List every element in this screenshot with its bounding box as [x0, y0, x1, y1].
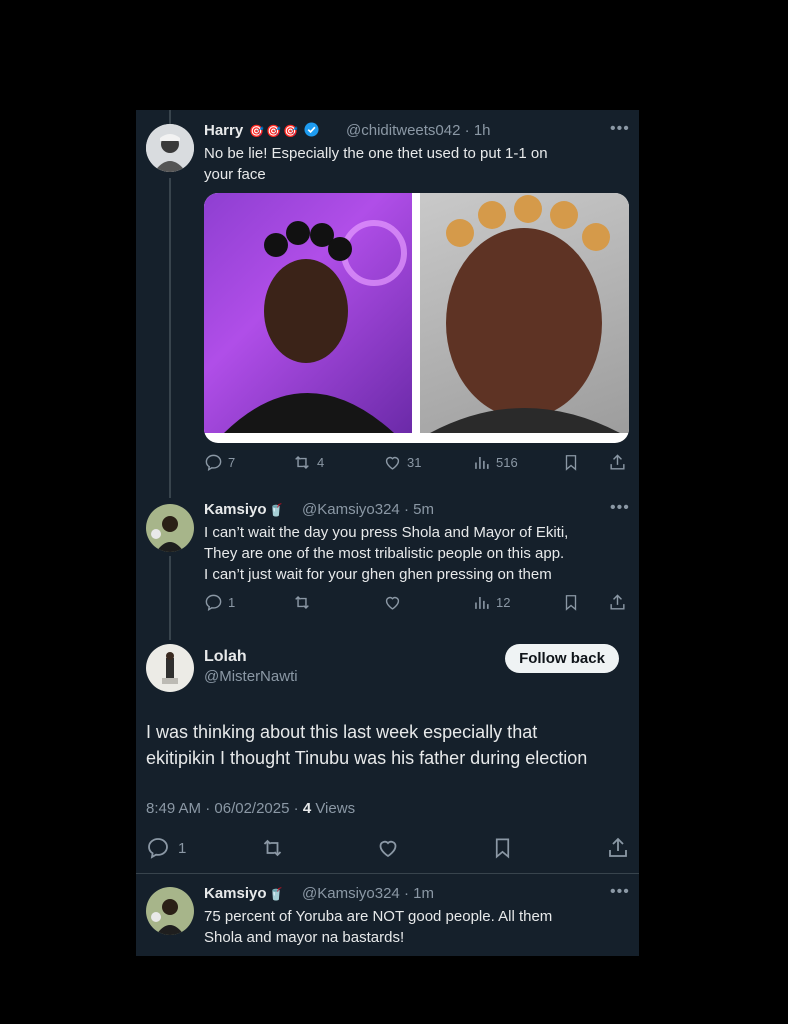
views-button[interactable]: 12 — [472, 593, 510, 612]
tweet-text: 75 percent of Yoruba are NOT good people… — [204, 908, 553, 946]
share-button[interactable] — [608, 453, 627, 472]
cup-emoji-icon: 🥤 — [268, 887, 284, 901]
target-emoji-icon: 🎯 — [266, 124, 282, 138]
avatar[interactable] — [146, 504, 194, 552]
tweet-date[interactable]: 06/02/2025 — [214, 800, 289, 817]
reply-icon — [205, 594, 222, 611]
author-handle-time[interactable]: @Kamsiyo324 · 5m — [302, 501, 434, 518]
more-options-icon[interactable]: ••• — [610, 120, 630, 138]
share-button[interactable] — [608, 593, 627, 612]
author-name[interactable]: Lolah — [204, 648, 247, 666]
author-handle-time[interactable]: @chiditweets042 · 1h — [346, 122, 491, 139]
repost-icon — [295, 455, 309, 470]
tweet-time[interactable]: 8:49 AM — [146, 800, 201, 817]
reply-button[interactable]: 1 — [204, 593, 235, 612]
repost-button[interactable]: 4 — [292, 453, 324, 472]
target-emoji-icon: 🎯 — [249, 124, 265, 138]
repost-button[interactable] — [292, 593, 312, 612]
tweet-photo[interactable] — [204, 193, 412, 433]
thread-line — [169, 178, 171, 498]
share-icon — [610, 454, 625, 470]
views-icon — [475, 596, 489, 609]
avatar[interactable] — [146, 887, 194, 935]
views-button[interactable]: 516 — [472, 453, 518, 472]
heart-icon — [379, 840, 397, 858]
repost-icon — [263, 839, 282, 857]
bookmark-icon — [565, 455, 577, 471]
views-icon — [475, 456, 489, 469]
repost-icon — [295, 595, 309, 610]
thread-line — [169, 556, 171, 640]
repost-button[interactable] — [260, 836, 285, 860]
reply-icon — [205, 454, 222, 471]
tweet-meta: 8:49 AM · 06/02/2025 · 4 Views — [146, 800, 356, 817]
heart-icon — [385, 596, 400, 610]
like-button[interactable] — [376, 836, 400, 860]
bookmark-icon — [495, 838, 510, 859]
tweet-text: No be lie! Especially the one thet used … — [204, 145, 548, 183]
bookmark-button[interactable] — [491, 836, 514, 860]
views-label[interactable]: Views — [315, 800, 355, 817]
avatar[interactable] — [146, 124, 194, 172]
target-emoji-icon: 🎯 — [283, 124, 299, 138]
tweet-text: I was thinking about this last week espe… — [146, 722, 588, 768]
author-handle-time[interactable]: @Kamsiyo324 · 1m — [302, 885, 434, 902]
more-options-icon[interactable]: ••• — [610, 499, 630, 517]
bookmark-icon — [565, 595, 577, 611]
share-icon — [609, 837, 627, 857]
share-icon — [610, 594, 625, 610]
views-count: 4 — [302, 800, 312, 817]
reply-icon — [148, 838, 168, 859]
thread-line — [169, 110, 171, 124]
author-name[interactable]: Harry 🎯 🎯 🎯 — [204, 122, 319, 141]
author-name[interactable]: Kamsiyo 🥤 — [204, 885, 283, 902]
more-options-icon[interactable]: ••• — [610, 883, 630, 901]
follow-back-button[interactable]: Follow back — [505, 644, 619, 673]
divider — [136, 873, 639, 874]
bookmark-button[interactable] — [562, 593, 580, 612]
cup-emoji-icon: 🥤 — [268, 503, 284, 517]
like-button[interactable]: 31 — [383, 453, 421, 472]
bookmark-button[interactable] — [562, 453, 580, 472]
share-button[interactable] — [606, 836, 630, 860]
tweet-media[interactable] — [204, 193, 629, 443]
author-handle[interactable]: @MisterNawti — [204, 668, 298, 685]
tweet-photo[interactable] — [420, 193, 629, 433]
reply-button[interactable]: 1 — [146, 836, 186, 860]
verified-badge-icon — [304, 122, 319, 141]
reply-button[interactable]: 7 — [204, 453, 235, 472]
tweet-text: I can’t wait the day you press Shola and… — [204, 524, 569, 583]
avatar[interactable] — [146, 644, 194, 692]
like-button[interactable] — [383, 593, 402, 612]
author-name[interactable]: Kamsiyo 🥤 — [204, 501, 283, 518]
heart-icon — [385, 456, 400, 470]
